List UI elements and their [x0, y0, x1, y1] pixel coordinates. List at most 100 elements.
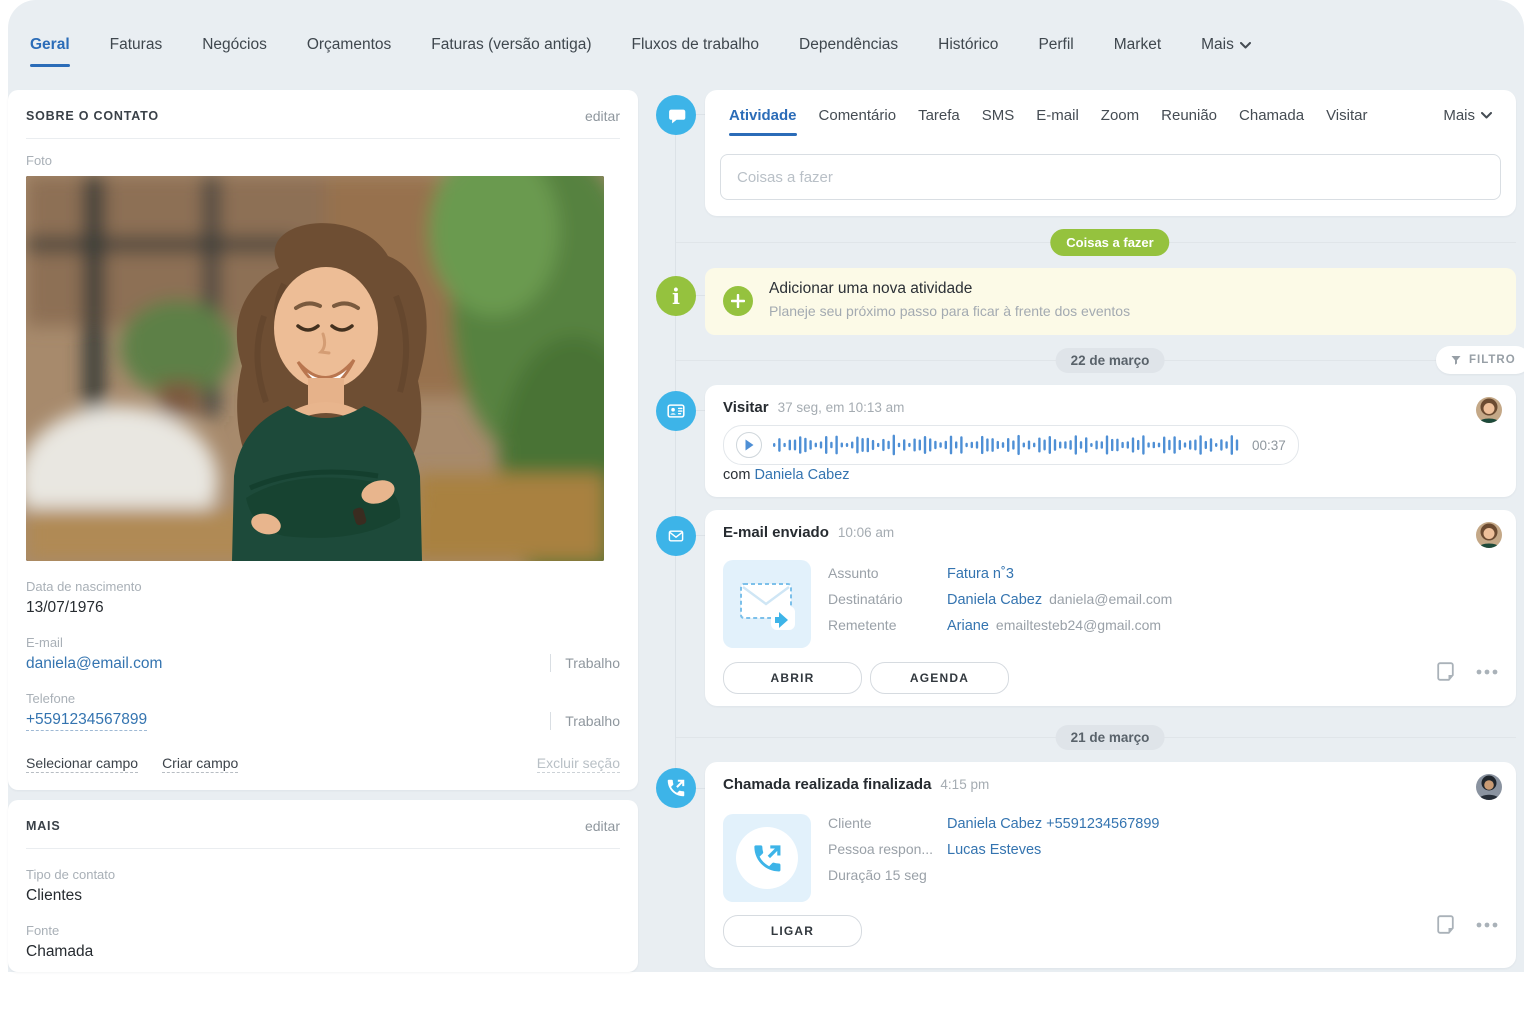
add-activity-banner[interactable]: Adicionar uma nova atividade Planeje seu… — [705, 268, 1516, 335]
phone-type-tag: Trabalho — [550, 712, 620, 730]
about-card-title: SOBRE O CONTATO — [26, 109, 159, 123]
funnel-icon — [1450, 354, 1462, 366]
filter-label: FILTRO — [1469, 354, 1516, 366]
note-icon[interactable] — [1437, 915, 1454, 934]
chevron-down-icon — [1240, 42, 1251, 49]
select-field-link[interactable]: Selecionar campo — [26, 755, 138, 773]
tab-atividade[interactable]: Atividade — [729, 107, 797, 124]
client-link[interactable]: Daniela Cabez +5591234567899 — [947, 816, 1159, 832]
tab-faturas[interactable]: Faturas — [110, 36, 163, 54]
activity-composer-card: Atividade Comentário Tarefa SMS E-mail Z… — [705, 90, 1516, 216]
activity-note-icon — [656, 95, 696, 135]
contact-name-link[interactable]: Daniela Cabez — [754, 467, 849, 483]
filter-button[interactable]: FILTRO — [1436, 346, 1524, 374]
tab-market[interactable]: Market — [1114, 36, 1161, 54]
tab-mais[interactable]: Mais — [1201, 36, 1251, 54]
phone-value-link[interactable]: +5591234567899 — [26, 711, 147, 731]
note-icon[interactable] — [1437, 662, 1454, 681]
play-button[interactable] — [736, 432, 762, 458]
tab-mais-label: Mais — [1201, 36, 1234, 54]
photo-field-label: Foto — [26, 153, 620, 168]
outgoing-call-icon — [656, 768, 696, 808]
contact-type-field: Tipo de contato Clientes — [26, 867, 620, 905]
email-title: E-mail enviado — [723, 524, 829, 541]
tab-comentario[interactable]: Comentário — [819, 107, 897, 124]
recipient-label: Destinatário — [828, 591, 947, 607]
more-card-title: MAIS — [26, 819, 60, 833]
open-button[interactable]: ABRIR — [723, 662, 862, 694]
contact-type-label: Tipo de contato — [26, 867, 620, 882]
more-edit-link[interactable]: editar — [585, 818, 620, 834]
tab-chamada[interactable]: Chamada — [1239, 107, 1304, 124]
tab-negocios[interactable]: Negócios — [202, 36, 267, 54]
email-value-link[interactable]: daniela@email.com — [26, 655, 620, 673]
tab-tarefa[interactable]: Tarefa — [918, 107, 960, 124]
tab-faturas-antiga[interactable]: Faturas (versão antiga) — [431, 36, 591, 54]
about-edit-link[interactable]: editar — [585, 108, 620, 124]
owner-label: Pessoa respon... — [828, 841, 947, 857]
email-field: E-mail daniela@email.com Trabalho — [26, 635, 620, 673]
recipient-email: daniela@email.com — [1049, 591, 1172, 607]
contact-photo — [26, 176, 604, 561]
visit-time: 37 seg, em 10:13 am — [778, 400, 905, 415]
tab-reuniao[interactable]: Reunião — [1161, 107, 1217, 124]
tab-activity-mais-label: Mais — [1443, 107, 1475, 124]
sender-label: Remetente — [828, 617, 947, 633]
tab-sms[interactable]: SMS — [982, 107, 1015, 124]
call-title: Chamada realizada finalizada — [723, 776, 931, 793]
birthdate-label: Data de nascimento — [26, 579, 620, 594]
agenda-button[interactable]: AGENDA — [870, 662, 1009, 694]
email-attachment-icon — [723, 560, 811, 648]
audio-waveform[interactable] — [772, 432, 1242, 458]
source-value: Chamada — [26, 943, 620, 961]
top-navigation: Geral Faturas Negócios Orçamentos Fatura… — [8, 0, 1524, 90]
avatar — [1476, 522, 1502, 548]
email-activity-card: E-mail enviado 10:06 am Assunto Fatura n… — [705, 510, 1516, 706]
tab-activity-mais[interactable]: Mais — [1443, 107, 1492, 124]
banner-title: Adicionar uma nova atividade — [769, 280, 972, 298]
visit-title: Visitar — [723, 399, 769, 416]
owner-link[interactable]: Lucas Esteves — [947, 842, 1041, 858]
phone-field: Telefone +5591234567899 Trabalho — [26, 691, 620, 731]
birthdate-value: 13/07/1976 — [26, 599, 620, 617]
banner-subtitle: Planeje seu próximo passo para ficar à f… — [769, 303, 1130, 319]
timeline-line — [675, 115, 676, 791]
divider — [26, 848, 620, 849]
todo-input[interactable] — [720, 154, 1501, 200]
avatar — [1476, 397, 1502, 423]
tab-visitar[interactable]: Visitar — [1326, 107, 1367, 124]
tab-fluxos[interactable]: Fluxos de trabalho — [632, 36, 760, 54]
tab-email[interactable]: E-mail — [1036, 107, 1079, 124]
avatar — [1476, 774, 1502, 800]
subject-link[interactable]: Fatura n˚3 — [947, 566, 1014, 582]
recipient-link[interactable]: Daniela Cabez — [947, 592, 1042, 608]
tab-geral[interactable]: Geral — [30, 36, 70, 54]
chevron-down-icon — [1481, 112, 1492, 119]
call-activity-card: Chamada realizada finalizada 4:15 pm Cli… — [705, 762, 1516, 968]
birthdate-field: Data de nascimento 13/07/1976 — [26, 579, 620, 617]
email-icon — [656, 516, 696, 556]
contact-type-value: Clientes — [26, 887, 620, 905]
call-tile-icon — [723, 814, 811, 902]
visit-activity-card: Visitar 37 seg, em 10:13 am 00:37 Veloci… — [705, 385, 1516, 497]
subject-label: Assunto — [828, 565, 947, 581]
more-options-icon[interactable] — [1476, 669, 1498, 675]
tab-historico[interactable]: Histórico — [938, 36, 998, 54]
plus-icon — [723, 286, 753, 316]
delete-section-link[interactable]: Excluir seção — [537, 755, 620, 773]
source-label: Fonte — [26, 923, 620, 938]
tab-perfil[interactable]: Perfil — [1038, 36, 1073, 54]
tab-orcamentos[interactable]: Orçamentos — [307, 36, 391, 54]
sender-email: emailtesteb24@gmail.com — [996, 617, 1161, 633]
activity-tabs: Atividade Comentário Tarefa SMS E-mail Z… — [705, 90, 1516, 124]
sender-link[interactable]: Ariane — [947, 618, 989, 634]
create-field-link[interactable]: Criar campo — [162, 755, 238, 773]
tab-zoom[interactable]: Zoom — [1101, 107, 1139, 124]
call-duration: Duração 15 seg — [828, 867, 927, 883]
app-container: Geral Faturas Negócios Orçamentos Fatura… — [8, 0, 1524, 972]
with-label: com — [723, 467, 750, 483]
more-options-icon[interactable] — [1476, 922, 1498, 928]
tab-dependencias[interactable]: Dependências — [799, 36, 898, 54]
source-field: Fonte Chamada — [26, 923, 620, 961]
call-button[interactable]: LIGAR — [723, 915, 862, 947]
